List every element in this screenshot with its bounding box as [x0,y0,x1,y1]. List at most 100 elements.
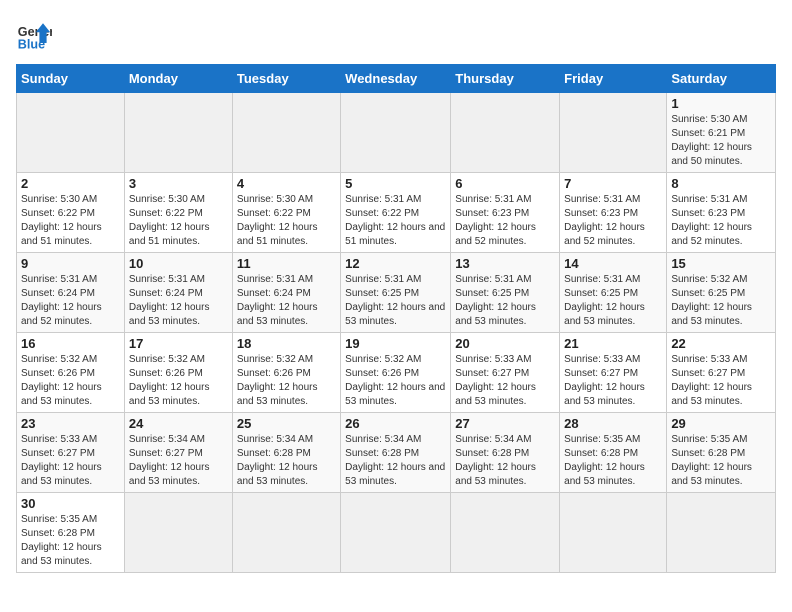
calendar-week-row: 2 Sunrise: 5:30 AM Sunset: 6:22 PM Daylig… [17,173,776,253]
day-number: 9 [21,256,120,271]
day-info: Sunrise: 5:33 AM Sunset: 6:27 PM Dayligh… [455,353,555,409]
calendar-cell: 3 Sunrise: 5:30 AM Sunset: 6:22 PM Daylig… [124,173,232,253]
calendar-week-row: 16 Sunrise: 5:32 AM Sunset: 6:26 PM Dayli… [17,333,776,413]
day-number: 2 [21,176,120,191]
calendar-cell: 28 Sunrise: 5:35 AM Sunset: 6:28 PM Dayli… [560,413,667,493]
day-number: 1 [671,96,771,111]
weekday-header-wednesday: Wednesday [341,65,451,93]
day-number: 26 [345,416,446,431]
calendar-week-row: 9 Sunrise: 5:31 AM Sunset: 6:24 PM Daylig… [17,253,776,333]
day-number: 24 [129,416,228,431]
day-number: 25 [237,416,336,431]
day-number: 21 [564,336,662,351]
day-info: Sunrise: 5:31 AM Sunset: 6:23 PM Dayligh… [564,193,662,249]
calendar-cell: 8 Sunrise: 5:31 AM Sunset: 6:23 PM Daylig… [667,173,776,253]
day-info: Sunrise: 5:35 AM Sunset: 6:28 PM Dayligh… [21,513,120,569]
day-info: Sunrise: 5:31 AM Sunset: 6:23 PM Dayligh… [455,193,555,249]
calendar-cell: 6 Sunrise: 5:31 AM Sunset: 6:23 PM Daylig… [451,173,560,253]
day-number: 4 [237,176,336,191]
calendar-cell: 9 Sunrise: 5:31 AM Sunset: 6:24 PM Daylig… [17,253,125,333]
logo-icon: General Blue [16,16,52,52]
calendar-cell [451,93,560,173]
day-info: Sunrise: 5:32 AM Sunset: 6:26 PM Dayligh… [21,353,120,409]
calendar-cell [124,93,232,173]
day-number: 27 [455,416,555,431]
day-info: Sunrise: 5:30 AM Sunset: 6:22 PM Dayligh… [237,193,336,249]
calendar-cell: 10 Sunrise: 5:31 AM Sunset: 6:24 PM Dayli… [124,253,232,333]
day-info: Sunrise: 5:31 AM Sunset: 6:25 PM Dayligh… [455,273,555,329]
calendar-cell: 12Sunrise: 5:31 AM Sunset: 6:25 PM Dayli… [341,253,451,333]
day-number: 17 [129,336,228,351]
calendar-cell: 11Sunrise: 5:31 AM Sunset: 6:24 PM Dayli… [232,253,340,333]
calendar-cell: 17 Sunrise: 5:32 AM Sunset: 6:26 PM Dayli… [124,333,232,413]
weekday-header-sunday: Sunday [17,65,125,93]
calendar-cell: 1 Sunrise: 5:30 AM Sunset: 6:21 PM Daylig… [667,93,776,173]
weekday-header-tuesday: Tuesday [232,65,340,93]
day-info: Sunrise: 5:31 AM Sunset: 6:25 PM Dayligh… [345,273,446,329]
day-info: Sunrise: 5:32 AM Sunset: 6:26 PM Dayligh… [129,353,228,409]
calendar-week-row: 23Sunrise: 5:33 AM Sunset: 6:27 PM Dayli… [17,413,776,493]
calendar-cell [341,493,451,573]
weekday-header-friday: Friday [560,65,667,93]
page-header: General Blue [16,16,776,52]
day-number: 30 [21,496,120,511]
day-number: 6 [455,176,555,191]
day-info: Sunrise: 5:33 AM Sunset: 6:27 PM Dayligh… [671,353,771,409]
calendar-cell: 24Sunrise: 5:34 AM Sunset: 6:27 PM Dayli… [124,413,232,493]
day-info: Sunrise: 5:31 AM Sunset: 6:24 PM Dayligh… [129,273,228,329]
weekday-header-saturday: Saturday [667,65,776,93]
calendar-cell [232,493,340,573]
calendar-cell: 19Sunrise: 5:32 AM Sunset: 6:26 PM Dayli… [341,333,451,413]
calendar-week-row: 30 Sunrise: 5:35 AM Sunset: 6:28 PM Dayli… [17,493,776,573]
calendar-cell: 7 Sunrise: 5:31 AM Sunset: 6:23 PM Daylig… [560,173,667,253]
day-info: Sunrise: 5:30 AM Sunset: 6:22 PM Dayligh… [129,193,228,249]
day-number: 29 [671,416,771,431]
calendar-cell [17,93,125,173]
day-number: 14 [564,256,662,271]
day-number: 22 [671,336,771,351]
calendar-cell: 22 Sunrise: 5:33 AM Sunset: 6:27 PM Dayli… [667,333,776,413]
day-info: Sunrise: 5:31 AM Sunset: 6:23 PM Dayligh… [671,193,771,249]
day-info: Sunrise: 5:30 AM Sunset: 6:21 PM Dayligh… [671,113,771,169]
calendar-table: SundayMondayTuesdayWednesdayThursdayFrid… [16,64,776,573]
weekday-header-thursday: Thursday [451,65,560,93]
day-info: Sunrise: 5:32 AM Sunset: 6:25 PM Dayligh… [671,273,771,329]
calendar-cell [232,93,340,173]
weekday-header-row: SundayMondayTuesdayWednesdayThursdayFrid… [17,65,776,93]
calendar-cell: 13Sunrise: 5:31 AM Sunset: 6:25 PM Dayli… [451,253,560,333]
calendar-cell [341,93,451,173]
calendar-cell: 30 Sunrise: 5:35 AM Sunset: 6:28 PM Dayli… [17,493,125,573]
day-info: Sunrise: 5:31 AM Sunset: 6:24 PM Dayligh… [21,273,120,329]
day-info: Sunrise: 5:30 AM Sunset: 6:22 PM Dayligh… [21,193,120,249]
calendar-cell: 25Sunrise: 5:34 AM Sunset: 6:28 PM Dayli… [232,413,340,493]
calendar-cell [560,493,667,573]
calendar-cell: 18Sunrise: 5:32 AM Sunset: 6:26 PM Dayli… [232,333,340,413]
day-number: 8 [671,176,771,191]
day-number: 18 [237,336,336,351]
day-number: 19 [345,336,446,351]
day-info: Sunrise: 5:35 AM Sunset: 6:28 PM Dayligh… [671,433,771,489]
calendar-cell: 27 Sunrise: 5:34 AM Sunset: 6:28 PM Dayli… [451,413,560,493]
calendar-cell: 16 Sunrise: 5:32 AM Sunset: 6:26 PM Dayli… [17,333,125,413]
calendar-cell [451,493,560,573]
calendar-cell: 14Sunrise: 5:31 AM Sunset: 6:25 PM Dayli… [560,253,667,333]
day-number: 10 [129,256,228,271]
day-number: 16 [21,336,120,351]
weekday-header-monday: Monday [124,65,232,93]
calendar-cell [667,493,776,573]
day-number: 28 [564,416,662,431]
day-number: 5 [345,176,446,191]
day-number: 7 [564,176,662,191]
day-number: 3 [129,176,228,191]
day-info: Sunrise: 5:34 AM Sunset: 6:28 PM Dayligh… [455,433,555,489]
calendar-cell [560,93,667,173]
day-number: 11 [237,256,336,271]
day-info: Sunrise: 5:31 AM Sunset: 6:22 PM Dayligh… [345,193,446,249]
calendar-cell: 2 Sunrise: 5:30 AM Sunset: 6:22 PM Daylig… [17,173,125,253]
day-number: 15 [671,256,771,271]
logo: General Blue [16,16,52,52]
day-info: Sunrise: 5:35 AM Sunset: 6:28 PM Dayligh… [564,433,662,489]
calendar-cell: 29 Sunrise: 5:35 AM Sunset: 6:28 PM Dayli… [667,413,776,493]
day-info: Sunrise: 5:33 AM Sunset: 6:27 PM Dayligh… [564,353,662,409]
calendar-cell: 4 Sunrise: 5:30 AM Sunset: 6:22 PM Daylig… [232,173,340,253]
